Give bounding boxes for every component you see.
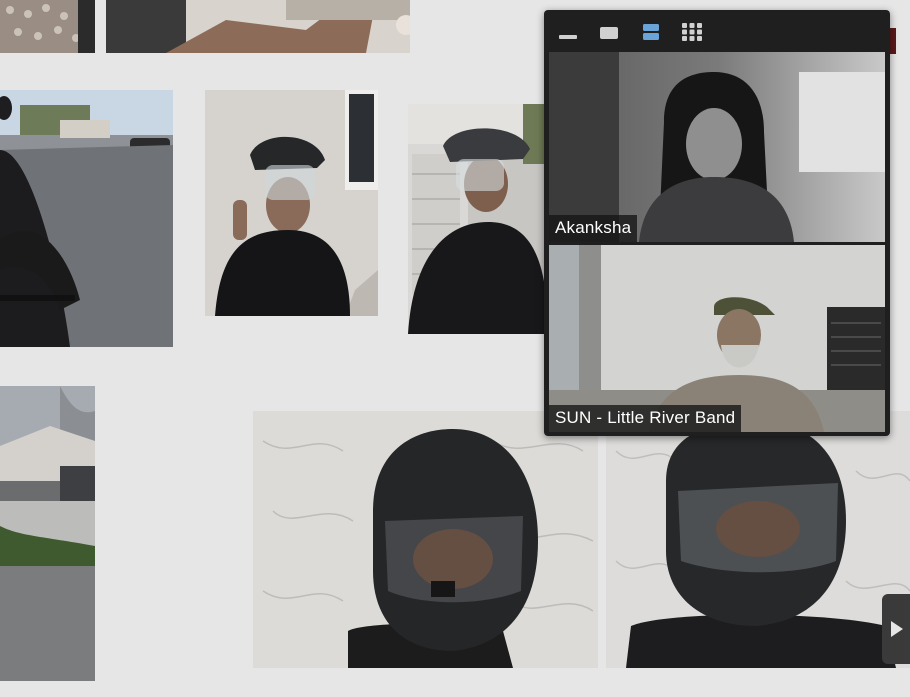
photo-bike-helmet-faceshield-1[interactable]	[205, 90, 378, 316]
participant-tile-1[interactable]: Akanksha	[549, 52, 885, 242]
minimize-icon[interactable]	[557, 22, 579, 42]
photo-motorcycle-helmet-1[interactable]	[253, 411, 598, 668]
photo-motorcycle-helmet-2[interactable]	[606, 411, 910, 668]
next-button[interactable]	[882, 594, 910, 664]
stacked-view-icon[interactable]	[640, 22, 662, 42]
single-view-icon[interactable]	[598, 22, 620, 42]
photo-bike-helmet-faceshield-2[interactable]	[408, 104, 548, 334]
chevron-right-icon	[891, 621, 903, 637]
photo-house-street[interactable]	[0, 386, 95, 681]
grid-view-icon[interactable]	[681, 22, 703, 42]
video-call-panel: Akanksha SUN - Little River Band	[544, 10, 890, 436]
call-toolbar	[544, 10, 890, 52]
participant-tile-2[interactable]: SUN - Little River Band	[549, 245, 885, 432]
participant-name-1: Akanksha	[549, 215, 638, 242]
participant-video-2	[549, 245, 885, 432]
participant-name-2: SUN - Little River Band	[549, 405, 742, 432]
photo-bike-street[interactable]	[0, 90, 173, 347]
participant-video-1	[549, 52, 885, 242]
photo-hand-top[interactable]	[106, 0, 410, 53]
photo-lace-top-left[interactable]	[0, 0, 95, 53]
